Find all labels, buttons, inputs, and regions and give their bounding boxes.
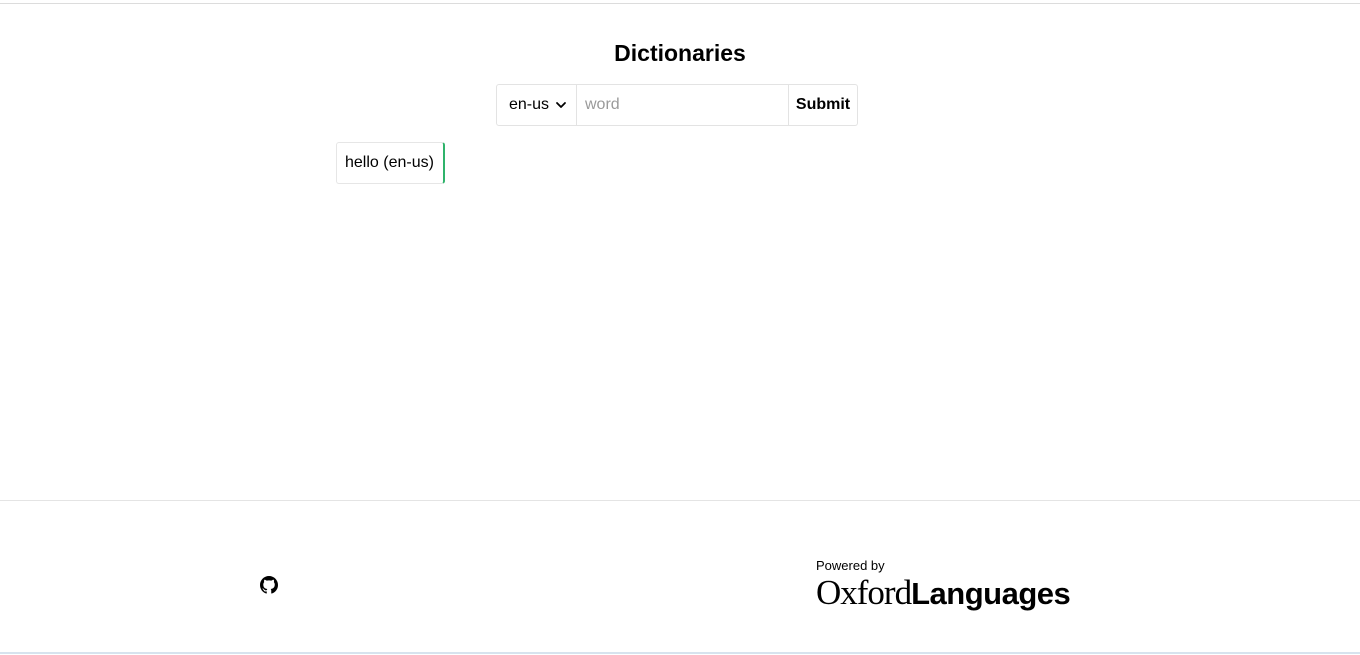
oxford-languages-logo: Oxford Languages: [816, 573, 1071, 612]
footer-divider: [0, 500, 1360, 501]
oxford-attribution: Powered by Oxford Languages: [816, 558, 1071, 612]
history-item[interactable]: hello (en-us): [336, 142, 445, 184]
page: Dictionaries en-us Submit hello (en-us) …: [0, 0, 1360, 655]
chevron-down-icon: [555, 99, 567, 111]
bottom-divider: [0, 652, 1360, 654]
submit-button[interactable]: Submit: [789, 84, 858, 126]
github-icon[interactable]: [260, 576, 278, 594]
history-item-label: hello (en-us): [345, 154, 434, 171]
history-list: hello (en-us): [336, 142, 445, 184]
word-input[interactable]: [577, 84, 789, 126]
oxford-logo-word: Oxford: [816, 573, 912, 612]
languages-logo-word: Languages: [911, 576, 1071, 611]
top-divider: [0, 3, 1360, 4]
powered-by-label: Powered by: [816, 558, 885, 573]
language-select[interactable]: en-us: [496, 84, 577, 126]
page-title: Dictionaries: [614, 40, 746, 66]
search-form: en-us Submit: [496, 84, 858, 126]
language-select-value: en-us: [509, 96, 550, 113]
